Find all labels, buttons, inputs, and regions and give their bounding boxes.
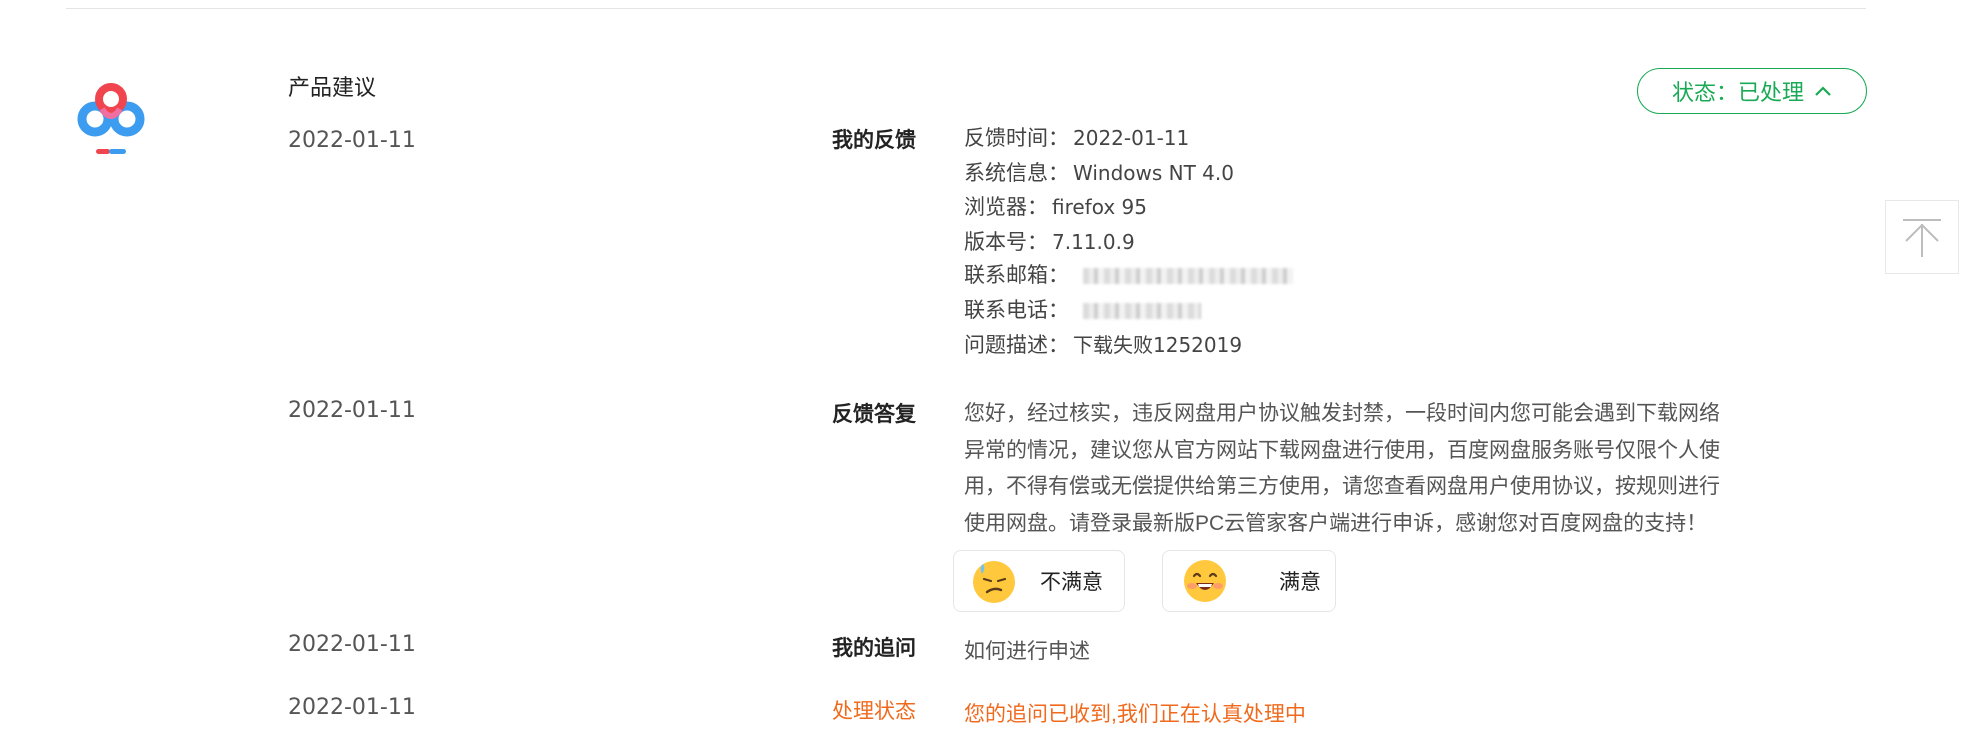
- sweat-face-icon: [973, 561, 1015, 603]
- reply-line: 您好，经过核实，违反网盘用户协议触发封禁，一段时间内您可能会遇到下载网络: [964, 402, 1720, 425]
- baidu-netdisk-logo-icon: [76, 82, 146, 158]
- info-row-email: 联系邮箱：: [964, 259, 1293, 294]
- info-row-browser: 浏览器： firefox 95: [964, 190, 1293, 225]
- followup-date: 2022-01-11: [288, 632, 416, 657]
- reply-text: 您好，经过核实，违反网盘用户协议触发封禁，一段时间内您可能会遇到下载网络 异常的…: [964, 396, 1744, 542]
- redacted-email: [1083, 268, 1293, 285]
- info-value: 2022-01-11: [1073, 126, 1190, 150]
- followup-label: 我的追问: [832, 637, 916, 660]
- info-value: Windows NT 4.0: [1073, 160, 1234, 185]
- grin-face-icon: [1184, 560, 1226, 602]
- feedback-category: 产品建议: [288, 75, 377, 100]
- info-key: 反馈时间：: [964, 127, 1069, 150]
- feedback-detail-page: 产品建议 状态：已处理 2022-01-11 我的反馈 反馈时间： 2022-01…: [0, 0, 1967, 755]
- info-key: 版本号：: [964, 230, 1048, 254]
- reply-line: 用，不得有偿或无偿提供给第三方使用，请您查看网盘用户使用协议，按规则进行: [964, 475, 1720, 498]
- satisfied-label: 满意: [1279, 571, 1321, 594]
- reply-line: 使用网盘。请登录最新版PC云管家客户端进行申诉，感谢您对百度网盘的支持！: [964, 511, 1708, 535]
- reply-line: 异常的情况，建议您从官方网站下载网盘进行使用，百度网盘服务账号仅限个人使: [964, 438, 1720, 462]
- satisfied-button[interactable]: 满意: [1162, 550, 1336, 612]
- status-toggle-button[interactable]: 状态：已处理: [1637, 68, 1867, 114]
- processing-label: 处理状态: [832, 700, 916, 723]
- info-key: 联系电话：: [964, 298, 1069, 322]
- redacted-phone: [1083, 302, 1201, 319]
- info-key: 联系邮箱：: [964, 264, 1069, 287]
- status-label: 状态：已处理: [1671, 80, 1804, 105]
- info-row-phone: 联系电话：: [964, 294, 1293, 329]
- info-value: 7.11.0.9: [1052, 229, 1135, 254]
- top-divider: [66, 8, 1866, 9]
- info-value: firefox 95: [1052, 195, 1147, 219]
- chevron-up-icon: [1815, 86, 1831, 96]
- my-feedback-label: 我的反馈: [832, 129, 916, 152]
- info-row-time: 反馈时间： 2022-01-11: [964, 121, 1293, 156]
- feedback-info-list: 反馈时间： 2022-01-11 系统信息： Windows NT 4.0 浏览器：…: [964, 121, 1293, 363]
- info-row-system: 系统信息： Windows NT 4.0: [964, 156, 1293, 191]
- processing-text: 您的追问已收到,我们正在认真处理中: [964, 703, 1306, 726]
- info-key: 浏览器：: [964, 196, 1048, 219]
- info-value: 下载失败1252019: [1073, 333, 1243, 357]
- info-row-description: 问题描述： 下载失败1252019: [964, 328, 1293, 363]
- back-to-top-button[interactable]: [1885, 200, 1959, 274]
- followup-text: 如何进行申述: [964, 640, 1090, 663]
- reply-date: 2022-01-11: [288, 398, 416, 423]
- reply-label: 反馈答复: [832, 403, 916, 426]
- info-key: 系统信息：: [964, 161, 1069, 185]
- info-key: 问题描述：: [964, 334, 1069, 357]
- unsatisfied-label: 不满意: [1040, 571, 1103, 594]
- info-row-version: 版本号： 7.11.0.9: [964, 225, 1293, 260]
- back-to-top-icon: [1903, 219, 1941, 257]
- processing-date: 2022-01-11: [288, 695, 416, 720]
- unsatisfied-button[interactable]: 不满意: [953, 550, 1125, 612]
- feedback-date: 2022-01-11: [288, 128, 416, 153]
